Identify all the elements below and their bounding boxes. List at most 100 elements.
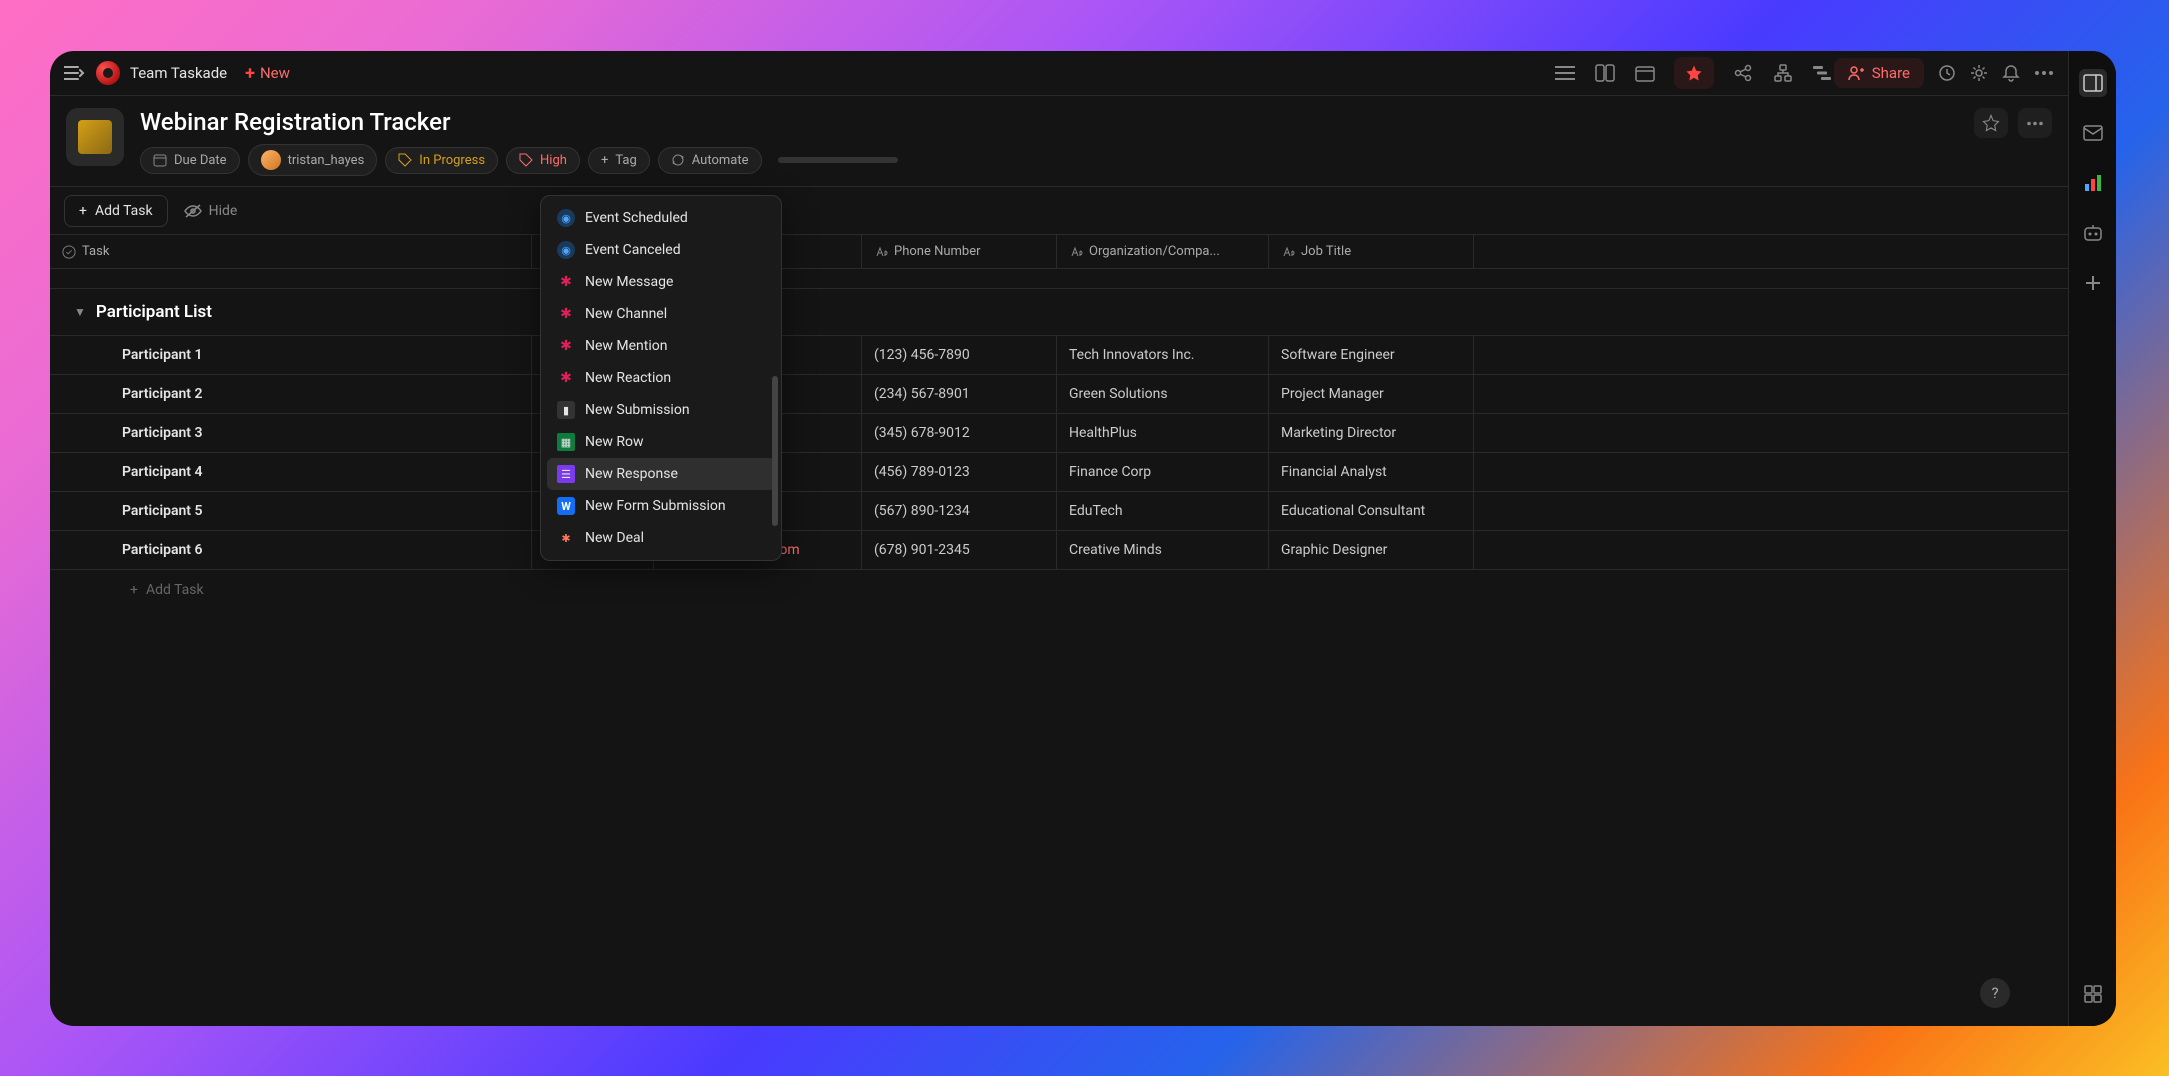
plus-icon: + — [245, 63, 255, 84]
rail-chart-icon[interactable] — [2079, 169, 2107, 197]
plus-icon: + — [601, 153, 608, 168]
avatar-icon — [261, 150, 281, 170]
org-chart-icon[interactable] — [1772, 62, 1794, 84]
gantt-icon[interactable] — [1812, 62, 1834, 84]
workspace-logo[interactable] — [96, 61, 120, 85]
assignee-pill[interactable]: tristan_hayes — [248, 144, 378, 176]
table-row[interactable]: Participant 2 ple.com (234) 567-8901 Gre… — [50, 375, 2068, 414]
more-icon[interactable] — [2034, 70, 2054, 76]
dropdown-item[interactable]: WNew Form Submission — [547, 490, 775, 522]
settings-icon[interactable] — [1970, 64, 1988, 82]
dropdown-item-label: New Reaction — [585, 370, 671, 386]
cell-phone[interactable]: (567) 890-1234 — [862, 492, 1057, 530]
view-list-icon[interactable] — [1554, 62, 1576, 84]
cell-task[interactable]: Participant 1 — [50, 336, 532, 374]
table-row[interactable]: Participant 1 e.com (123) 456-7890 Tech … — [50, 336, 2068, 375]
cell-org[interactable]: Tech Innovators Inc. — [1057, 336, 1269, 374]
cell-task[interactable]: Participant 4 — [50, 453, 532, 491]
dropdown-item[interactable]: ◉Event Scheduled — [547, 202, 775, 234]
workspace-name[interactable]: Team Taskade — [130, 64, 227, 82]
calendar-icon — [153, 153, 167, 167]
bell-icon[interactable] — [2002, 64, 2020, 82]
new-button[interactable]: + New — [245, 63, 290, 84]
cell-phone[interactable]: (345) 678-9012 — [862, 414, 1057, 452]
dropdown-item[interactable]: ☰New Response — [547, 458, 775, 490]
menu-toggle-icon[interactable] — [64, 65, 86, 81]
share-button[interactable]: Share — [1834, 58, 1924, 88]
document-title[interactable]: Webinar Registration Tracker — [140, 108, 1958, 136]
cell-job[interactable]: Project Manager — [1269, 375, 1474, 413]
cell-phone[interactable]: (678) 901-2345 — [862, 531, 1057, 569]
cell-job[interactable]: Financial Analyst — [1269, 453, 1474, 491]
star-filled-icon[interactable] — [1674, 57, 1714, 89]
automate-pill[interactable]: Automate — [658, 147, 762, 174]
rail-grid-icon[interactable] — [2079, 980, 2107, 1008]
rail-robot-icon[interactable] — [2079, 219, 2107, 247]
user-plus-icon — [1848, 65, 1864, 81]
text-icon — [874, 245, 888, 259]
rail-plus-icon[interactable] — [2079, 269, 2107, 297]
dropdown-item[interactable]: ◉Event Canceled — [547, 234, 775, 266]
cell-task[interactable]: Participant 6 — [50, 531, 532, 569]
cell-phone[interactable]: (456) 789-0123 — [862, 453, 1057, 491]
rail-mail-icon[interactable] — [2079, 119, 2107, 147]
share-icon[interactable] — [1732, 62, 1754, 84]
priority-pill[interactable]: High — [506, 147, 580, 174]
text-icon — [1069, 245, 1083, 259]
dropdown-item[interactable]: ▦New Row — [547, 426, 775, 458]
document-icon[interactable] — [66, 108, 124, 166]
dropdown-item[interactable]: ▮New Submission — [547, 394, 775, 426]
column-org[interactable]: Organization/Compa... — [1057, 235, 1269, 268]
view-calendar-icon[interactable] — [1634, 62, 1656, 84]
section-header[interactable]: ▼ Participant List — [50, 289, 2068, 336]
table: Task Phone Number Organization/Compa... … — [50, 235, 2068, 1026]
dropdown-item-label: New Channel — [585, 306, 667, 322]
dropdown-item-label: New Form Submission — [585, 498, 726, 514]
cell-org[interactable]: HealthPlus — [1057, 414, 1269, 452]
dropdown-item-label: New Submission — [585, 402, 690, 418]
table-row[interactable]: Participant 6 David Lee davidl@example.c… — [50, 531, 2068, 570]
table-row[interactable]: Participant 5 .com (567) 890-1234 EduTec… — [50, 492, 2068, 531]
add-task-button[interactable]: + Add Task — [64, 195, 168, 227]
dropdown-item-label: New Response — [585, 466, 678, 482]
dropdown-item[interactable]: New Mention — [547, 330, 775, 362]
cell-org[interactable]: Finance Corp — [1057, 453, 1269, 491]
column-phone[interactable]: Phone Number — [862, 235, 1057, 268]
dropdown-item-label: New Deal — [585, 530, 644, 546]
view-board-icon[interactable] — [1594, 62, 1616, 84]
dropdown-item[interactable]: New Channel — [547, 298, 775, 330]
dropdown-item-label: New Row — [585, 434, 644, 450]
cell-job[interactable]: Graphic Designer — [1269, 531, 1474, 569]
column-job[interactable]: Job Title — [1269, 235, 1474, 268]
cell-job[interactable]: Software Engineer — [1269, 336, 1474, 374]
cell-job[interactable]: Marketing Director — [1269, 414, 1474, 452]
cell-phone[interactable]: (234) 567-8901 — [862, 375, 1057, 413]
cell-org[interactable]: EduTech — [1057, 492, 1269, 530]
cell-org[interactable]: Green Solutions — [1057, 375, 1269, 413]
cell-job[interactable]: Educational Consultant — [1269, 492, 1474, 530]
table-row[interactable]: Participant 4 le.com (456) 789-0123 Fina… — [50, 453, 2068, 492]
history-icon[interactable] — [1938, 64, 1956, 82]
star-outline-button[interactable] — [1974, 108, 2008, 138]
status-pill[interactable]: In Progress — [385, 147, 498, 174]
cell-task[interactable]: Participant 3 — [50, 414, 532, 452]
cell-org[interactable]: Creative Minds — [1057, 531, 1269, 569]
eye-off-icon — [184, 204, 202, 218]
more-button[interactable] — [2018, 108, 2052, 138]
add-task-row[interactable]: + Add Task — [50, 570, 2068, 609]
table-row[interactable]: Participant 3 .com (345) 678-9012 Health… — [50, 414, 2068, 453]
cell-task[interactable]: Participant 5 — [50, 492, 532, 530]
document-header: Webinar Registration Tracker Due Date tr… — [50, 96, 2068, 187]
rail-panel-icon[interactable] — [2079, 69, 2107, 97]
dropdown-item[interactable]: New Reaction — [547, 362, 775, 394]
dropdown-item[interactable]: ✱New Deal — [547, 522, 775, 554]
cell-task[interactable]: Participant 2 — [50, 375, 532, 413]
scrollbar[interactable] — [772, 376, 778, 526]
hide-button[interactable]: Hide — [184, 203, 238, 219]
due-date-pill[interactable]: Due Date — [140, 147, 240, 174]
dropdown-item[interactable]: New Message — [547, 266, 775, 298]
cell-phone[interactable]: (123) 456-7890 — [862, 336, 1057, 374]
add-tag-pill[interactable]: + Tag — [588, 147, 650, 174]
column-task[interactable]: Task — [50, 235, 532, 268]
help-button[interactable]: ? — [1980, 978, 2010, 1008]
